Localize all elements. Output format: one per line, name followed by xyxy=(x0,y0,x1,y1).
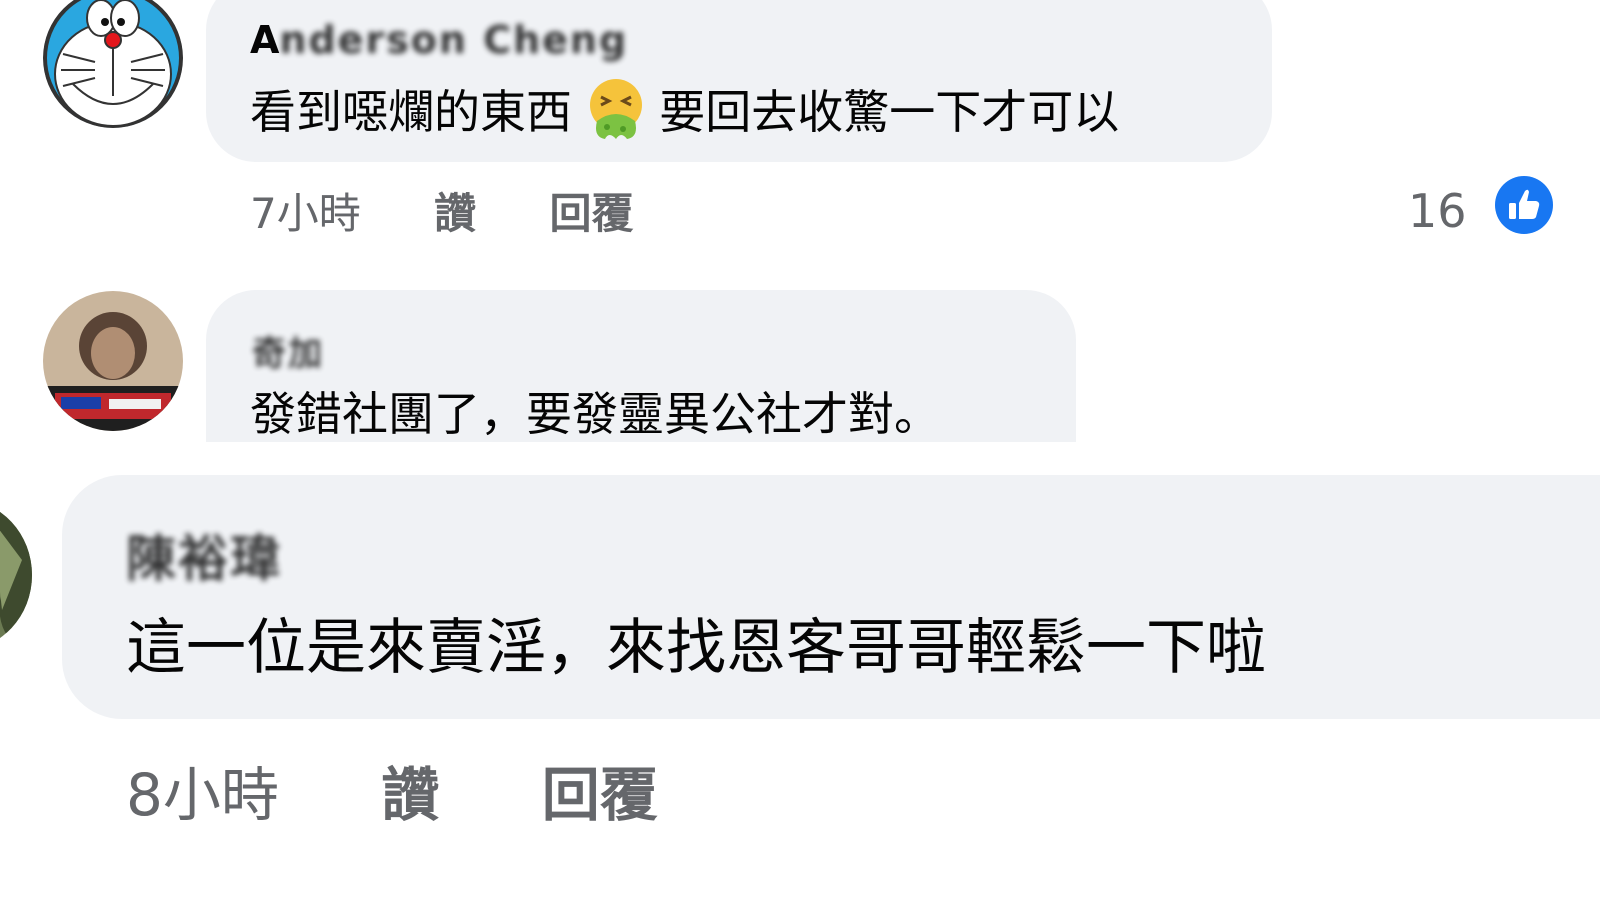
comment-bubble: 奇加 發錯社團了，要發靈異公社才對。 xyxy=(206,290,1076,442)
reaction-summary[interactable]: 16 xyxy=(1408,176,1554,245)
comment-author[interactable]: 陳裕瑋 xyxy=(126,519,282,591)
doraemon-icon xyxy=(43,0,183,128)
author-rest-blurred: nderson Cheng xyxy=(279,18,629,62)
comment-thread: Anderson Cheng 看到噁爛的東西 要回去收驚一下才可以 7小時 讚 … xyxy=(0,0,1600,900)
reaction-count: 16 xyxy=(1408,183,1467,238)
like-thumb-icon xyxy=(1495,176,1554,245)
comment-text: 發錯社團了，要發靈異公社才對。 xyxy=(250,387,940,441)
author-initial: A xyxy=(250,18,280,62)
comment-actions: 8小時 讚 回覆 xyxy=(126,748,658,832)
comment-bubble: 陳裕瑋 這一位是來賣淫，來找恩客哥哥輕鬆一下啦 xyxy=(62,475,1600,719)
comment-text: 看到噁爛的東西 要回去收驚一下才可以 xyxy=(250,76,1119,154)
comment-actions: 7小時 讚 回覆 xyxy=(250,180,633,241)
comment-text: 這一位是來賣淫，來找恩客哥哥輕鬆一下啦 xyxy=(126,613,1266,683)
vomiting-face-icon xyxy=(587,77,645,154)
reply-action[interactable]: 回覆 xyxy=(542,748,658,832)
comment-bubble: Anderson Cheng 看到噁爛的東西 要回去收驚一下才可以 xyxy=(206,0,1272,162)
comment-author[interactable]: Anderson Cheng xyxy=(250,18,628,62)
photo-avatar-icon xyxy=(43,291,183,431)
reply-action[interactable]: 回覆 xyxy=(549,180,633,241)
avatar[interactable] xyxy=(43,0,183,128)
photo-avatar-icon xyxy=(0,500,32,650)
comment-time[interactable]: 8小時 xyxy=(126,748,279,832)
avatar[interactable] xyxy=(43,291,183,431)
comment-author[interactable]: 奇加 xyxy=(252,326,324,375)
like-action[interactable]: 讚 xyxy=(381,748,439,832)
avatar[interactable] xyxy=(0,500,32,650)
like-action[interactable]: 讚 xyxy=(434,180,476,241)
comment-text-part: 要回去收驚一下才可以 xyxy=(659,85,1120,139)
comment-time[interactable]: 7小時 xyxy=(250,180,361,241)
comment-text-part: 看到噁爛的東西 xyxy=(250,85,572,139)
